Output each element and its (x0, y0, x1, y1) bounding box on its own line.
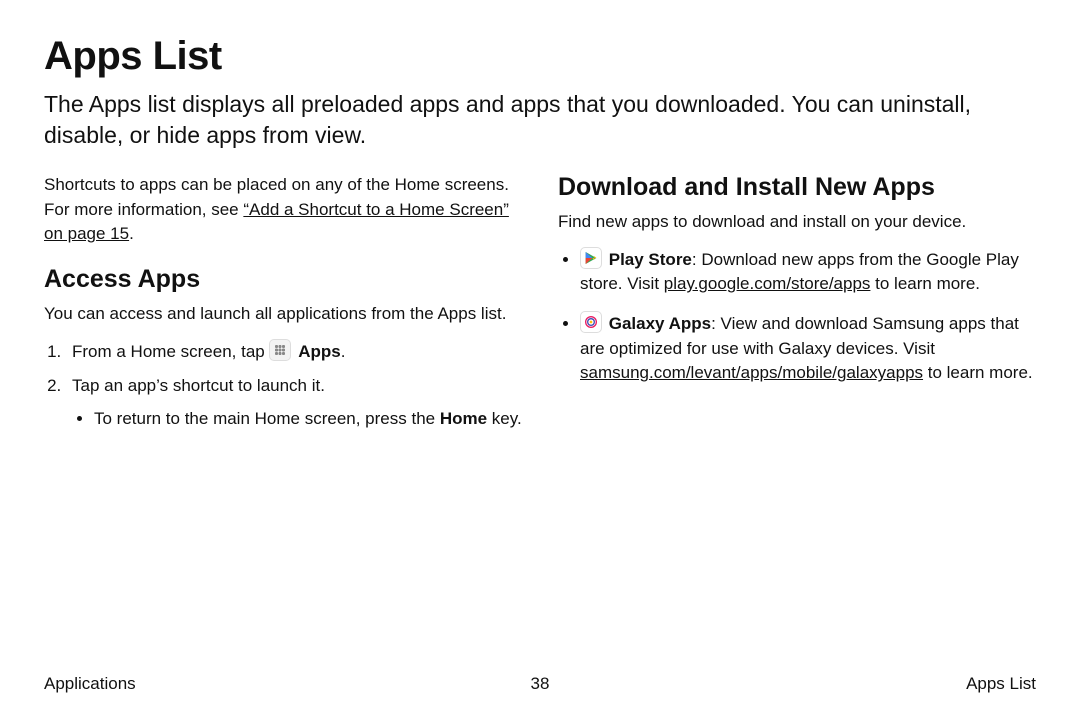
step1-pre: From a Home screen, tap (72, 342, 269, 361)
step1-post: . (341, 342, 346, 361)
play-store-icon (580, 247, 602, 269)
right-column: Download and Install New Apps Find new a… (558, 173, 1036, 441)
step2-sub-item: To return to the main Home screen, press… (94, 407, 522, 432)
galaxy-apps-item: Galaxy Apps: View and download Samsung a… (580, 311, 1036, 386)
play-store-item: Play Store: Download new apps from the G… (580, 247, 1036, 297)
page-footer: Applications 38 Apps List (44, 674, 1036, 694)
step2-text: Tap an app’s shortcut to launch it. (72, 376, 325, 395)
footer-page-number: 38 (531, 674, 550, 694)
step2-sub-bold: Home (440, 409, 487, 428)
galaxy-apps-icon (580, 311, 602, 333)
download-list: Play Store: Download new apps from the G… (558, 247, 1036, 386)
access-apps-heading: Access Apps (44, 265, 522, 294)
content-columns: Shortcuts to apps can be placed on any o… (44, 173, 1036, 441)
galaxy-apps-text-post: to learn more. (923, 363, 1033, 382)
download-lead: Find new apps to download and install on… (558, 210, 1036, 235)
left-column: Shortcuts to apps can be placed on any o… (44, 173, 522, 441)
galaxy-apps-label: Galaxy Apps (609, 314, 711, 333)
play-store-link[interactable]: play.google.com/store/apps (664, 274, 871, 293)
intro-paragraph: The Apps list displays all preloaded app… (44, 89, 1004, 151)
step2-sub-pre: To return to the main Home screen, press… (94, 409, 440, 428)
step2-sub-post: key. (487, 409, 522, 428)
access-steps-list: From a Home screen, tap Apps. Tap an app… (44, 339, 522, 432)
footer-left: Applications (44, 674, 136, 694)
access-apps-lead: You can access and launch all applicatio… (44, 302, 522, 327)
step-2: Tap an app’s shortcut to launch it. To r… (66, 374, 522, 431)
apps-icon (269, 339, 291, 361)
step1-bold: Apps (298, 342, 341, 361)
footer-right: Apps List (966, 674, 1036, 694)
step-1: From a Home screen, tap Apps. (66, 339, 522, 365)
step2-sublist: To return to the main Home screen, press… (72, 407, 522, 432)
download-heading: Download and Install New Apps (558, 173, 1036, 202)
galaxy-apps-link[interactable]: samsung.com/levant/apps/mobile/galaxyapp… (580, 363, 923, 382)
shortcuts-text-post: . (129, 224, 134, 243)
play-store-label: Play Store (609, 250, 692, 269)
play-store-text-post: to learn more. (870, 274, 980, 293)
page-title: Apps List (44, 34, 1036, 79)
shortcuts-paragraph: Shortcuts to apps can be placed on any o… (44, 173, 522, 247)
